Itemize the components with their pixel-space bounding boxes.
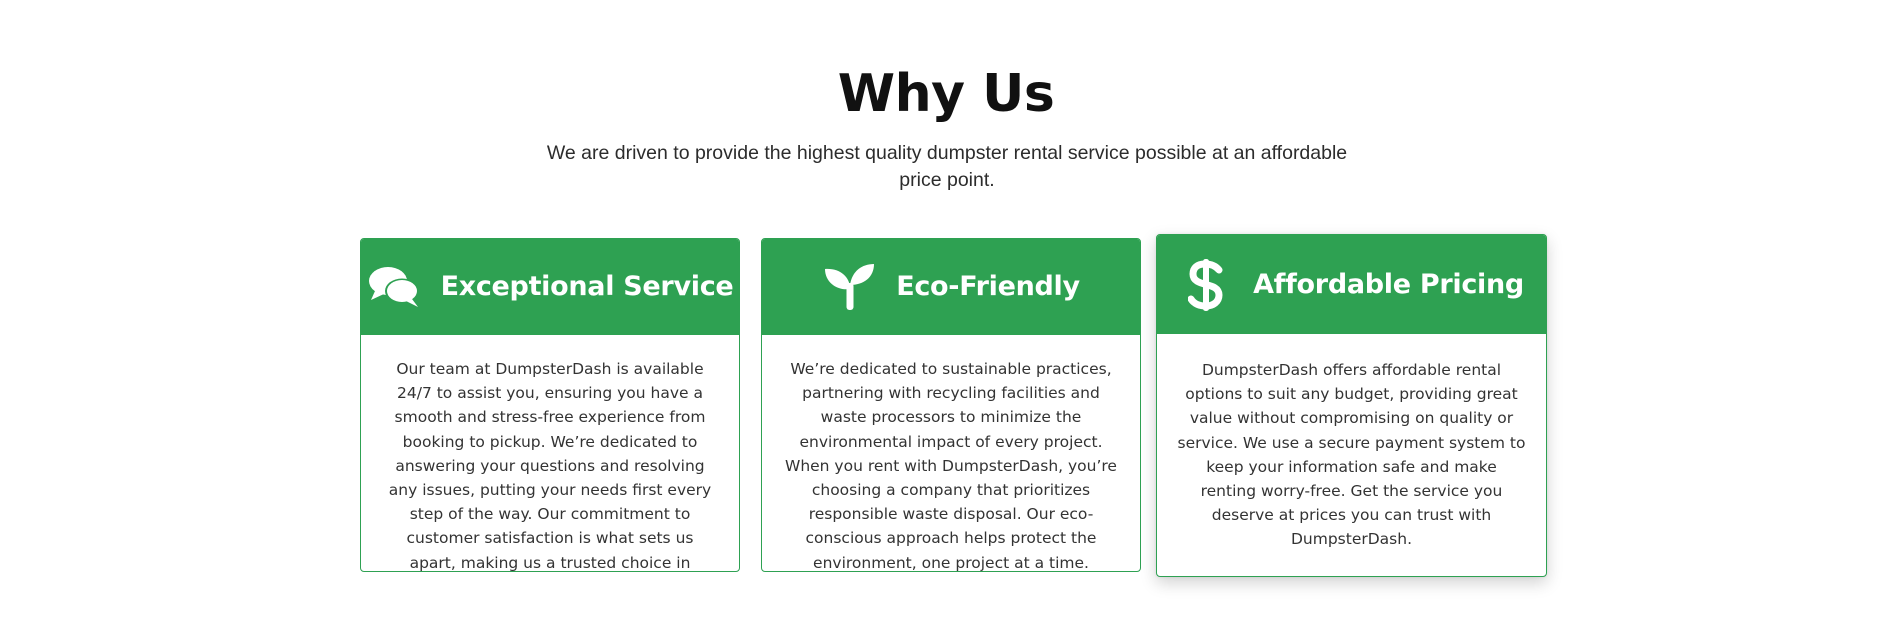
card-title: Exceptional Service: [440, 271, 734, 302]
chat-bubbles-icon: [367, 260, 421, 314]
card-header: Eco-Friendly: [762, 239, 1140, 335]
card-title: Eco-Friendly: [896, 271, 1080, 302]
dollar-sign-icon: [1179, 258, 1233, 312]
feature-card-affordable-pricing: Affordable Pricing DumpsterDash offers a…: [1156, 234, 1547, 577]
card-description: DumpsterDash offers affordable rental op…: [1177, 361, 1526, 549]
feature-card-exceptional-service: Exceptional Service Our team at Dumpster…: [360, 238, 740, 572]
card-description: We’re dedicated to sustainable practices…: [785, 360, 1117, 572]
card-title: Affordable Pricing: [1253, 268, 1524, 300]
card-description: Our team at DumpsterDash is available 24…: [388, 360, 712, 572]
card-header: Affordable Pricing: [1157, 235, 1546, 334]
feature-card-eco-friendly: Eco-Friendly We’re dedicated to sustaina…: [761, 238, 1141, 572]
section-title: Why Us: [837, 64, 1055, 124]
seedling-icon: [822, 260, 876, 314]
section-subtitle: We are driven to provide the highest qua…: [546, 142, 1348, 191]
card-header: Exceptional Service: [361, 239, 739, 335]
